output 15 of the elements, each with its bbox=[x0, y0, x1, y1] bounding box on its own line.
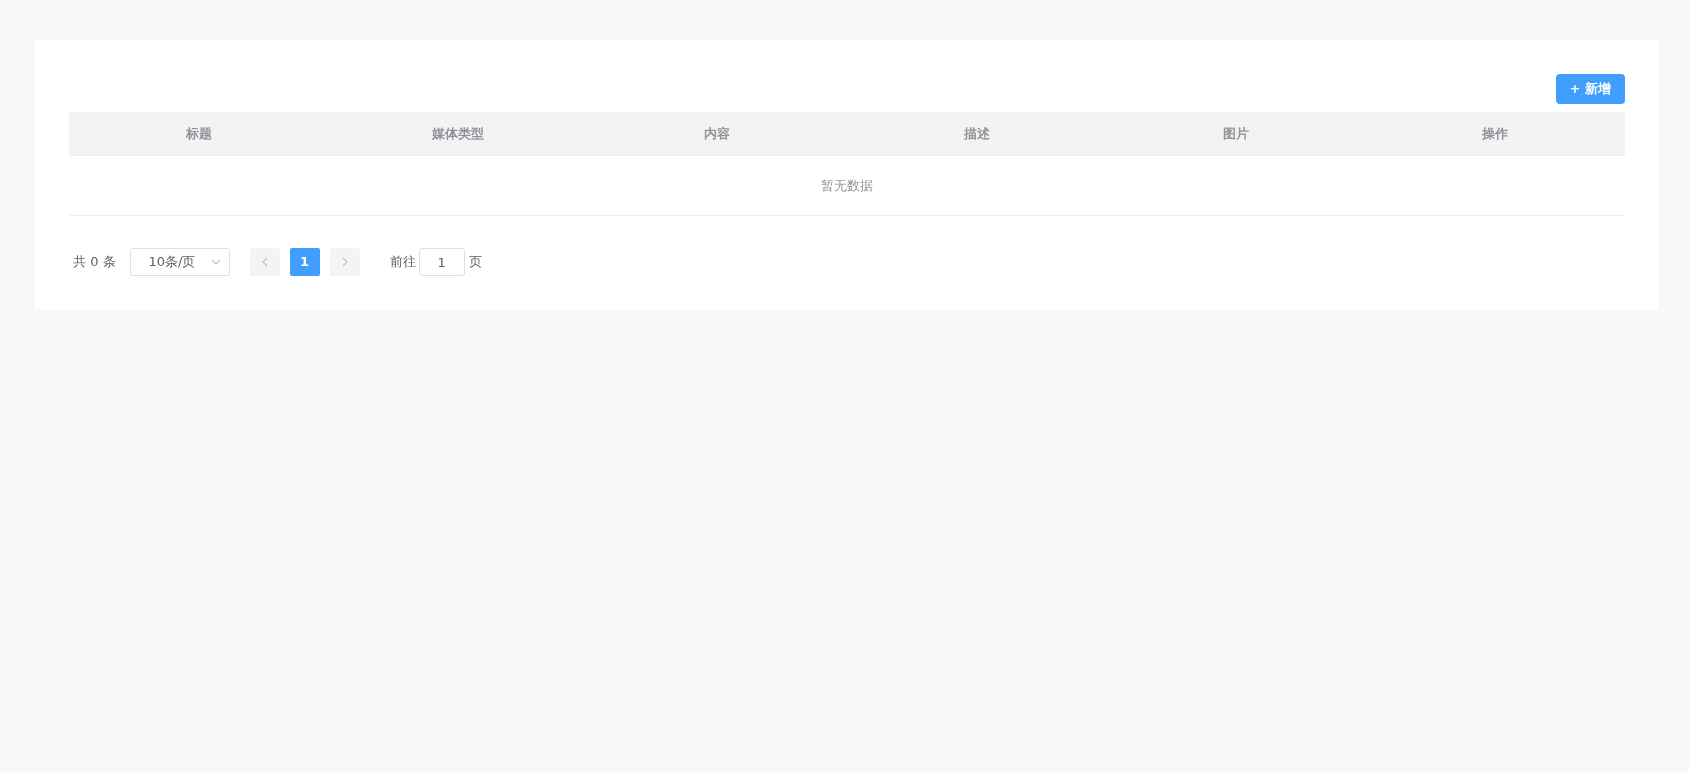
page-size-select[interactable]: 10条/页 bbox=[129, 248, 230, 276]
goto-label: 前往 bbox=[389, 253, 416, 272]
page-input[interactable]: 1 bbox=[418, 248, 465, 276]
chevron-right-icon bbox=[340, 257, 349, 267]
column-header: 内容 bbox=[587, 111, 847, 156]
column-header: 标题 bbox=[69, 111, 329, 156]
column-header: 操作 bbox=[1365, 111, 1625, 156]
page-suffix: 页 bbox=[468, 253, 482, 272]
total-count: 共 0 条 bbox=[73, 253, 116, 272]
empty-message: 暂无数据 bbox=[69, 155, 1625, 216]
chevron-down-icon bbox=[210, 259, 221, 265]
column-header: 媒体类型 bbox=[328, 111, 588, 156]
column-header: 图片 bbox=[1106, 111, 1366, 156]
chevron-left-icon bbox=[260, 257, 269, 267]
column-header: 描述 bbox=[847, 111, 1107, 156]
